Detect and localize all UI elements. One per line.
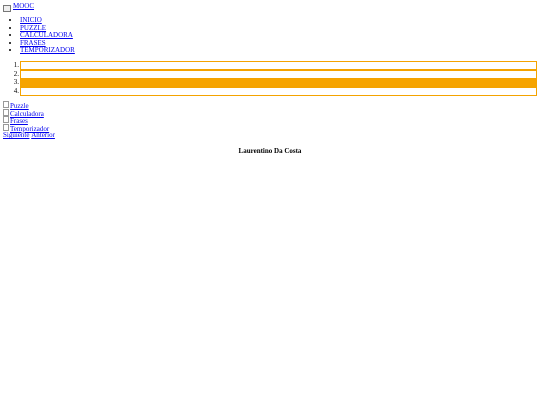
- main-nav: INICIO PUZZLE CALCULADORA FRASES TEMPORI…: [0, 16, 75, 55]
- broken-image-icon: [3, 108, 9, 116]
- indicator-number: 2.: [13, 69, 19, 78]
- carousel-controls: Siguiente Anterior: [3, 132, 55, 140]
- carousel-indicator: 3.: [0, 78, 540, 88]
- indicator-bar-4[interactable]: [20, 86, 537, 96]
- broken-image-icon: [3, 101, 9, 108]
- carousel-indicator: 2.: [0, 69, 540, 79]
- prev-link[interactable]: Anterior: [31, 132, 55, 140]
- menu-toggle-button[interactable]: [3, 5, 11, 12]
- nav-item-temporizador: TEMPORIZADOR: [20, 47, 75, 55]
- footer-author: Laurentino Da Costa: [238, 147, 302, 155]
- carousel-items: Puzzle Calculadora Frases Temporizador S…: [3, 101, 55, 140]
- indicator-number: 4.: [13, 86, 19, 95]
- carousel-indicator: 4.: [0, 86, 540, 96]
- top-bar: MOOC: [3, 3, 34, 12]
- next-link[interactable]: Siguiente: [3, 132, 29, 140]
- carousel-indicators: 1. 2. 3. 4.: [0, 61, 540, 96]
- broken-image-icon: [3, 123, 9, 131]
- broken-image-icon: [3, 116, 9, 124]
- nav-link-temporizador[interactable]: TEMPORIZADOR: [20, 46, 75, 55]
- carousel-indicator: 1.: [0, 61, 540, 70]
- indicator-number: 3.: [13, 78, 19, 87]
- brand-link[interactable]: MOOC: [13, 3, 34, 11]
- indicator-number: 1.: [13, 61, 19, 69]
